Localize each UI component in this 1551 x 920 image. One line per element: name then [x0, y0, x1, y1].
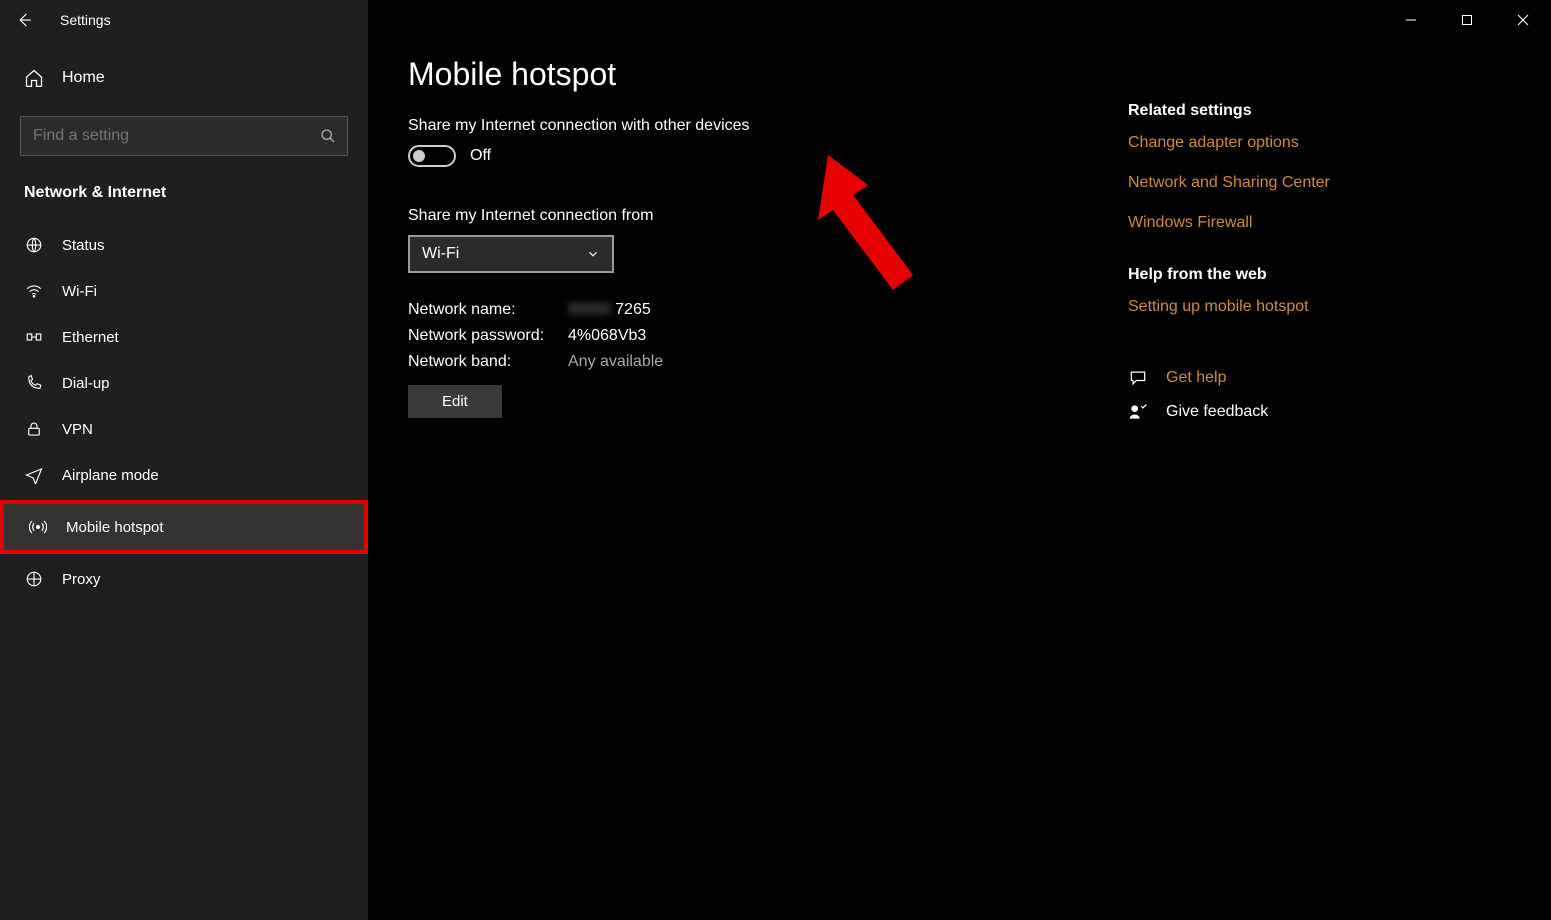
search-box[interactable]	[20, 116, 348, 156]
related-settings-heading: Related settings	[1128, 102, 1448, 120]
help-from-web-heading: Help from the web	[1128, 266, 1448, 284]
give-feedback-link[interactable]: Give feedback	[1166, 403, 1268, 421]
share-toggle[interactable]	[408, 145, 456, 167]
network-password-value: 4%068Vb3	[568, 327, 1108, 345]
network-band-label: Network band:	[408, 353, 568, 371]
network-band-value: Any available	[568, 353, 1108, 371]
edit-button[interactable]: Edit	[408, 385, 502, 418]
sidebar-item-label: Dial-up	[62, 375, 110, 392]
close-button[interactable]	[1495, 0, 1551, 40]
chevron-down-icon	[586, 247, 600, 261]
annotation-highlight: Mobile hotspot	[0, 500, 368, 554]
sidebar-item-label: Mobile hotspot	[66, 519, 164, 536]
sidebar-item-label: VPN	[62, 421, 93, 438]
sidebar: Home Network & Internet Status Wi-Fi E	[0, 0, 368, 920]
link-change-adapter[interactable]: Change adapter options	[1128, 134, 1448, 152]
sidebar-item-vpn[interactable]: VPN	[0, 406, 368, 452]
get-help-link[interactable]: Get help	[1166, 369, 1226, 387]
main-content: Mobile hotspot Share my Internet connect…	[368, 0, 1551, 920]
network-password-label: Network password:	[408, 327, 568, 345]
sidebar-item-dialup[interactable]: Dial-up	[0, 360, 368, 406]
home-button[interactable]: Home	[0, 56, 368, 100]
ethernet-icon	[24, 328, 44, 346]
sidebar-item-hotspot[interactable]: Mobile hotspot	[4, 504, 364, 550]
network-name-label: Network name:	[408, 301, 568, 319]
search-icon	[320, 128, 336, 144]
proxy-icon	[24, 570, 44, 588]
sidebar-item-label: Wi-Fi	[62, 283, 97, 300]
home-label: Home	[62, 69, 105, 87]
sidebar-item-label: Proxy	[62, 571, 100, 588]
sidebar-item-label: Status	[62, 237, 105, 254]
titlebar: Settings	[0, 0, 1551, 40]
page-title: Mobile hotspot	[408, 56, 1108, 93]
sidebar-item-ethernet[interactable]: Ethernet	[0, 314, 368, 360]
sidebar-item-airplane[interactable]: Airplane mode	[0, 452, 368, 498]
share-from-label: Share my Internet connection from	[408, 207, 1108, 225]
link-windows-firewall[interactable]: Windows Firewall	[1128, 214, 1448, 232]
link-setup-hotspot[interactable]: Setting up mobile hotspot	[1128, 298, 1448, 316]
minimize-button[interactable]	[1383, 0, 1439, 40]
feedback-icon	[1128, 402, 1148, 422]
back-button[interactable]	[0, 0, 48, 40]
airplane-icon	[24, 466, 44, 484]
link-network-sharing[interactable]: Network and Sharing Center	[1128, 174, 1448, 192]
status-icon	[24, 236, 44, 254]
sidebar-item-wifi[interactable]: Wi-Fi	[0, 268, 368, 314]
sidebar-item-label: Ethernet	[62, 329, 119, 346]
maximize-button[interactable]	[1439, 0, 1495, 40]
network-name-value-blurred: XXXX	[568, 301, 611, 318]
sidebar-item-status[interactable]: Status	[0, 222, 368, 268]
search-input[interactable]	[20, 116, 348, 156]
network-name-value: 7265	[615, 301, 651, 318]
share-connection-label: Share my Internet connection with other …	[408, 117, 1108, 135]
section-header: Network & Internet	[0, 176, 368, 222]
dialup-icon	[24, 374, 44, 392]
wifi-icon	[24, 282, 44, 300]
window-title: Settings	[60, 12, 111, 28]
share-from-dropdown[interactable]: Wi-Fi	[408, 235, 614, 273]
sidebar-item-proxy[interactable]: Proxy	[0, 556, 368, 602]
hotspot-icon	[28, 518, 48, 536]
right-panel: Related settings Change adapter options …	[1108, 56, 1448, 900]
dropdown-value: Wi-Fi	[422, 245, 459, 263]
toggle-state-label: Off	[470, 147, 491, 165]
vpn-icon	[24, 420, 44, 438]
sidebar-item-label: Airplane mode	[62, 467, 159, 484]
home-icon	[24, 68, 44, 88]
chat-icon	[1128, 368, 1148, 388]
